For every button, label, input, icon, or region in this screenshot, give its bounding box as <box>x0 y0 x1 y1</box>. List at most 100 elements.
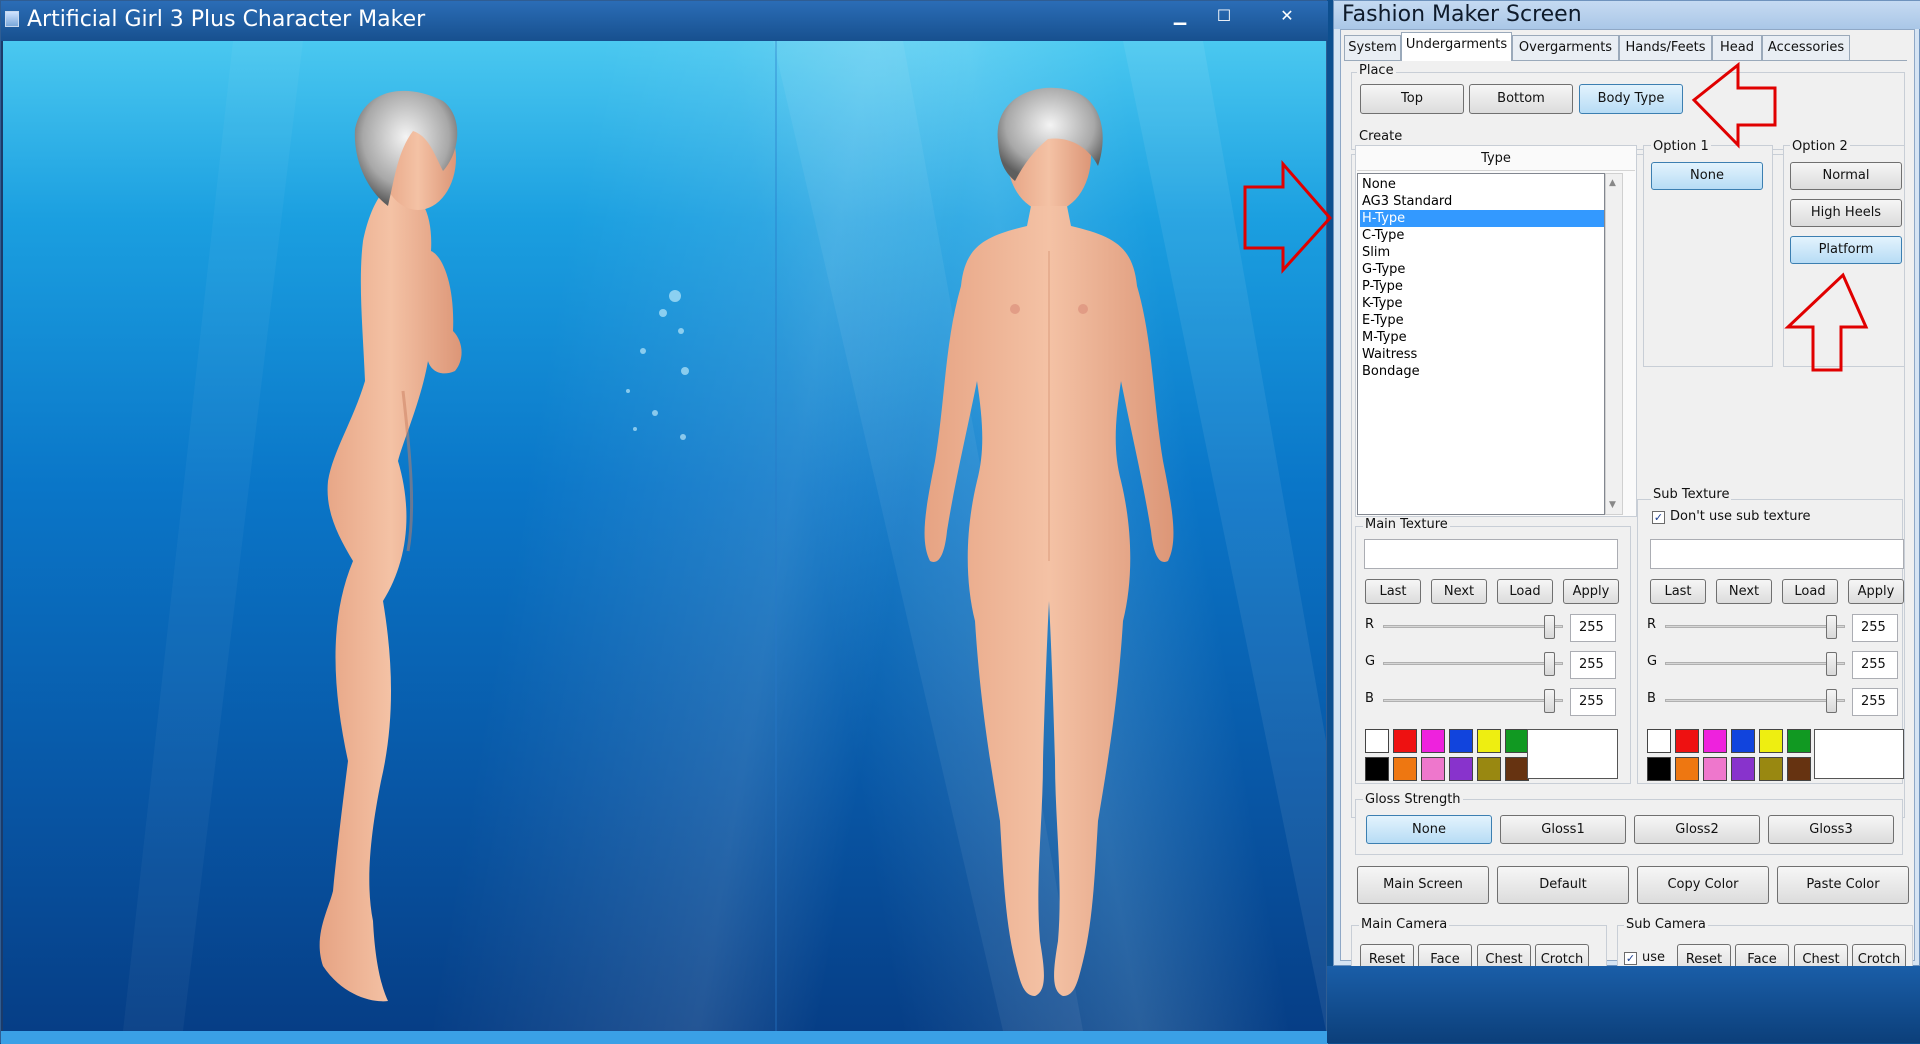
color-swatch[interactable] <box>1731 757 1755 781</box>
list-item[interactable]: G-Type <box>1360 261 1604 278</box>
tab-undergarments[interactable]: Undergarments <box>1401 32 1512 61</box>
color-swatch[interactable] <box>1449 729 1473 753</box>
color-swatch[interactable] <box>1787 729 1811 753</box>
sub-b-value[interactable]: 255 <box>1852 688 1898 716</box>
gloss-none-button[interactable]: None <box>1366 815 1492 844</box>
sub-b-label: B <box>1647 691 1656 706</box>
list-item[interactable]: None <box>1360 176 1604 193</box>
type-list-scrollbar[interactable]: ▲ ▼ <box>1605 173 1623 515</box>
sub-g-value[interactable]: 255 <box>1852 651 1898 679</box>
color-swatch[interactable] <box>1393 729 1417 753</box>
color-swatch[interactable] <box>1477 729 1501 753</box>
color-swatch[interactable] <box>1421 729 1445 753</box>
main-texture-apply-button[interactable]: Apply <box>1563 579 1619 604</box>
color-swatch[interactable] <box>1787 757 1811 781</box>
color-swatch[interactable] <box>1449 757 1473 781</box>
main-g-slider-track[interactable] <box>1383 662 1563 665</box>
checkmark-icon: ✓ <box>1653 511 1664 524</box>
main-r-slider-thumb[interactable] <box>1544 615 1555 639</box>
gloss3-button[interactable]: Gloss3 <box>1768 815 1894 844</box>
sub-g-slider-track[interactable] <box>1665 662 1845 665</box>
scroll-down-icon[interactable]: ▼ <box>1609 500 1616 510</box>
list-item[interactable]: C-Type <box>1360 227 1604 244</box>
main-r-label: R <box>1365 617 1375 632</box>
main-b-slider-track[interactable] <box>1383 699 1563 702</box>
list-item[interactable]: Waitress <box>1360 346 1604 363</box>
sub-g-slider-thumb[interactable] <box>1826 652 1837 676</box>
sub-b-slider-track[interactable] <box>1665 699 1845 702</box>
tab-accessories[interactable]: Accessories <box>1762 35 1850 60</box>
sub-texture-input[interactable] <box>1650 539 1904 569</box>
tab-head[interactable]: Head <box>1712 35 1762 60</box>
scroll-up-icon[interactable]: ▲ <box>1609 178 1616 188</box>
main-texture-last-button[interactable]: Last <box>1365 579 1421 604</box>
3d-viewport[interactable] <box>3 41 1326 1031</box>
option2-high-heels-button[interactable]: High Heels <box>1790 199 1902 227</box>
option2-normal-button[interactable]: Normal <box>1790 162 1902 190</box>
color-swatch[interactable] <box>1365 729 1389 753</box>
list-item[interactable]: M-Type <box>1360 329 1604 346</box>
list-item[interactable]: E-Type <box>1360 312 1604 329</box>
copy-color-button[interactable]: Copy Color <box>1637 866 1769 904</box>
maximize-button[interactable]: ☐ <box>1203 3 1245 29</box>
color-swatch[interactable] <box>1759 729 1783 753</box>
main-r-slider-track[interactable] <box>1383 625 1563 628</box>
main-g-slider-thumb[interactable] <box>1544 652 1555 676</box>
list-item[interactable]: K-Type <box>1360 295 1604 312</box>
list-item[interactable]: Bondage <box>1360 363 1604 380</box>
place-top-button[interactable]: Top <box>1360 84 1464 114</box>
dont-use-sub-texture-checkbox[interactable]: ✓ <box>1652 511 1665 524</box>
place-body-type-button[interactable]: Body Type <box>1579 84 1683 114</box>
color-swatch[interactable] <box>1505 757 1529 781</box>
main-texture-input[interactable] <box>1364 539 1618 569</box>
color-swatch[interactable] <box>1365 757 1389 781</box>
main-texture-load-button[interactable]: Load <box>1497 579 1553 604</box>
gloss1-button[interactable]: Gloss1 <box>1500 815 1626 844</box>
main-r-value[interactable]: 255 <box>1570 614 1616 642</box>
color-swatch[interactable] <box>1675 757 1699 781</box>
sub-texture-apply-button[interactable]: Apply <box>1848 579 1904 604</box>
close-button[interactable]: ✕ <box>1265 3 1309 29</box>
place-bottom-button[interactable]: Bottom <box>1469 84 1573 114</box>
sub-r-value[interactable]: 255 <box>1852 614 1898 642</box>
color-swatch[interactable] <box>1675 729 1699 753</box>
paste-color-button[interactable]: Paste Color <box>1777 866 1909 904</box>
color-swatch[interactable] <box>1703 757 1727 781</box>
color-swatch[interactable] <box>1647 757 1671 781</box>
list-item[interactable]: AG3 Standard <box>1360 193 1604 210</box>
color-swatch[interactable] <box>1421 757 1445 781</box>
main-b-slider-thumb[interactable] <box>1544 689 1555 713</box>
sub-b-slider-thumb[interactable] <box>1826 689 1837 713</box>
minimize-button[interactable]: ▁ <box>1159 3 1201 29</box>
color-swatch[interactable] <box>1759 757 1783 781</box>
panel-title-bar[interactable]: Fashion Maker Screen <box>1334 1 1920 29</box>
color-swatch[interactable] <box>1703 729 1727 753</box>
list-item[interactable]: P-Type <box>1360 278 1604 295</box>
title-bar[interactable]: Artificial Girl 3 Plus Character Maker ▁… <box>1 1 1328 41</box>
color-swatch[interactable] <box>1393 757 1417 781</box>
tab-system[interactable]: System <box>1344 35 1401 60</box>
list-item[interactable]: Slim <box>1360 244 1604 261</box>
sub-camera-use-checkbox[interactable]: ✓ <box>1624 952 1637 965</box>
main-screen-button[interactable]: Main Screen <box>1357 866 1489 904</box>
sub-texture-last-button[interactable]: Last <box>1650 579 1706 604</box>
tab-hands-feets[interactable]: Hands/Feets <box>1619 35 1712 60</box>
option2-platform-button[interactable]: Platform <box>1790 236 1902 264</box>
sub-r-slider-track[interactable] <box>1665 625 1845 628</box>
option1-none-button[interactable]: None <box>1651 162 1763 190</box>
sub-r-slider-thumb[interactable] <box>1826 615 1837 639</box>
type-listbox[interactable]: None AG3 Standard H-Type C-Type Slim G-T… <box>1357 173 1605 515</box>
main-b-value[interactable]: 255 <box>1570 688 1616 716</box>
gloss2-button[interactable]: Gloss2 <box>1634 815 1760 844</box>
list-item-selected[interactable]: H-Type <box>1360 210 1604 227</box>
color-swatch[interactable] <box>1477 757 1501 781</box>
color-swatch[interactable] <box>1505 729 1529 753</box>
default-button[interactable]: Default <box>1497 866 1629 904</box>
color-swatch[interactable] <box>1731 729 1755 753</box>
main-g-value[interactable]: 255 <box>1570 651 1616 679</box>
tab-overgarments[interactable]: Overgarments <box>1512 35 1619 60</box>
sub-texture-next-button[interactable]: Next <box>1716 579 1772 604</box>
sub-texture-load-button[interactable]: Load <box>1782 579 1838 604</box>
color-swatch[interactable] <box>1647 729 1671 753</box>
main-texture-next-button[interactable]: Next <box>1431 579 1487 604</box>
